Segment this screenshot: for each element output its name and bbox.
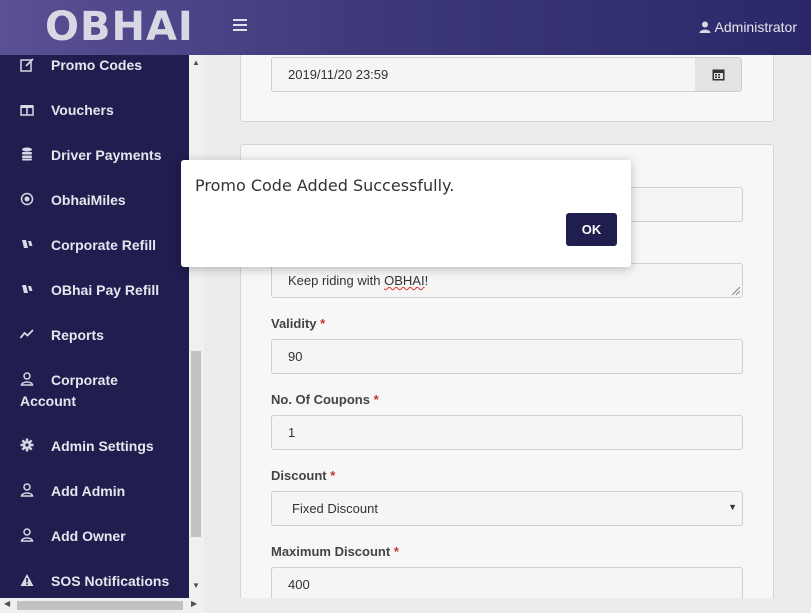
sidebar-item-label: SOS Notifications bbox=[51, 573, 170, 589]
discount-label: Discount * bbox=[271, 468, 336, 483]
sidebar-item-sos-notifications[interactable]: SOS Notifications bbox=[0, 572, 189, 592]
coupons-input[interactable]: 1 bbox=[271, 415, 743, 450]
promo-message-textarea[interactable]: Keep riding with OBHAI! bbox=[271, 263, 743, 298]
user-name: Administrator bbox=[714, 19, 797, 35]
success-dialog: Promo Code Added Successfully. OK bbox=[181, 160, 631, 267]
discount-selected-value: Fixed Discount bbox=[292, 501, 378, 516]
hamburger-menu-icon[interactable] bbox=[233, 19, 247, 33]
page-bottom-strip bbox=[204, 598, 811, 613]
scroll-left-arrow-icon[interactable]: ◀ bbox=[4, 599, 10, 608]
calendar-button[interactable] bbox=[695, 57, 742, 92]
promo-message-prefix: Keep riding with bbox=[288, 273, 385, 288]
user-menu[interactable]: Administrator bbox=[699, 19, 797, 35]
app-logo[interactable]: OBHAI bbox=[45, 4, 194, 50]
sidebar-item-obhaimiles[interactable]: ObhaiMiles bbox=[0, 191, 189, 211]
sidebar-item-label: OBhai Pay Refill bbox=[51, 282, 160, 298]
scroll-right-arrow-icon[interactable]: ▶ bbox=[191, 599, 197, 608]
database-icon bbox=[19, 146, 35, 162]
sidebar-item-label: Promo Codes bbox=[51, 57, 143, 73]
sidebar-item-label: Reports bbox=[51, 327, 104, 343]
scroll-down-arrow-icon[interactable]: ▼ bbox=[192, 581, 200, 590]
warning-icon bbox=[19, 572, 35, 588]
sidebar-item-label-line2: Account bbox=[20, 393, 76, 409]
sidebar-item-label: Add Owner bbox=[51, 528, 126, 544]
sidebar-item-label: Admin Settings bbox=[51, 438, 154, 454]
resize-handle-icon[interactable] bbox=[732, 287, 740, 295]
wallet-icon bbox=[19, 281, 35, 297]
sidebar-item-vouchers[interactable]: Vouchers bbox=[0, 101, 189, 121]
sidebar-item-label: ObhaiMiles bbox=[51, 192, 126, 208]
validity-input[interactable]: 90 bbox=[271, 339, 743, 374]
promo-message-suffix: ! bbox=[424, 273, 429, 288]
main-content: 2019/11/20 23:59 Keep riding with OBHAI!… bbox=[204, 45, 811, 613]
sidebar-item-add-admin[interactable]: Add Admin bbox=[0, 482, 189, 502]
promo-message-brand: OBHAI bbox=[384, 273, 425, 288]
scrollbar-thumb[interactable] bbox=[17, 601, 183, 610]
max-discount-input[interactable]: 400 bbox=[271, 567, 743, 602]
sidebar-item-corporate-refill[interactable]: Corporate Refill bbox=[0, 236, 189, 256]
sidebar-item-admin-settings[interactable]: Admin Settings bbox=[0, 437, 189, 457]
expiry-date-input[interactable]: 2019/11/20 23:59 bbox=[271, 57, 696, 92]
edit-icon bbox=[19, 57, 35, 73]
gear-icon bbox=[19, 437, 35, 453]
dialog-message: Promo Code Added Successfully. bbox=[195, 176, 455, 195]
top-header: OBHAI Administrator bbox=[0, 0, 811, 55]
coupons-value: 1 bbox=[288, 425, 296, 440]
sidebar: Promo Codes Vouchers Driver Payments Obh… bbox=[0, 55, 189, 598]
sidebar-item-promo-codes[interactable]: Promo Codes bbox=[0, 56, 189, 76]
validity-label: Validity * bbox=[271, 316, 326, 331]
sidebar-item-label: Vouchers bbox=[51, 102, 114, 118]
scroll-up-arrow-icon[interactable]: ▲ bbox=[192, 58, 200, 67]
sidebar-item-corporate-account[interactable]: Corporate Account bbox=[0, 371, 189, 413]
calendar-icon bbox=[712, 69, 724, 81]
target-icon bbox=[19, 191, 35, 207]
max-discount-label: Maximum Discount * bbox=[271, 544, 399, 559]
discount-select[interactable]: Fixed Discount ▼ bbox=[271, 491, 743, 526]
user-icon bbox=[19, 527, 35, 543]
gift-icon bbox=[19, 101, 35, 117]
sidebar-item-add-owner[interactable]: Add Owner bbox=[0, 527, 189, 547]
max-discount-value: 400 bbox=[288, 577, 310, 592]
ok-button[interactable]: OK bbox=[566, 213, 617, 246]
dropdown-arrow-icon: ▼ bbox=[728, 502, 737, 512]
sidebar-vertical-scrollbar[interactable]: ▲ ▼ bbox=[189, 55, 204, 598]
line-chart-icon bbox=[19, 326, 35, 342]
scrollbar-thumb[interactable] bbox=[191, 351, 201, 537]
user-icon bbox=[699, 21, 711, 33]
validity-value: 90 bbox=[288, 349, 303, 364]
sidebar-item-driver-payments[interactable]: Driver Payments bbox=[0, 146, 189, 166]
sidebar-item-label: Driver Payments bbox=[51, 147, 162, 163]
sidebar-item-obhai-pay-refill[interactable]: OBhai Pay Refill bbox=[0, 281, 189, 301]
sidebar-item-label: Corporate Refill bbox=[51, 237, 157, 253]
expiry-date-value: 2019/11/20 23:59 bbox=[288, 67, 389, 82]
wallet-icon bbox=[19, 236, 35, 252]
sidebar-item-label: Add Admin bbox=[51, 483, 126, 499]
sidebar-item-label: Corporate bbox=[51, 372, 118, 388]
user-icon bbox=[19, 371, 35, 387]
sidebar-item-reports[interactable]: Reports bbox=[0, 326, 189, 346]
sidebar-horizontal-scrollbar[interactable]: ◀ ▶ bbox=[0, 598, 204, 613]
user-icon bbox=[19, 482, 35, 498]
coupons-label: No. Of Coupons * bbox=[271, 392, 379, 407]
